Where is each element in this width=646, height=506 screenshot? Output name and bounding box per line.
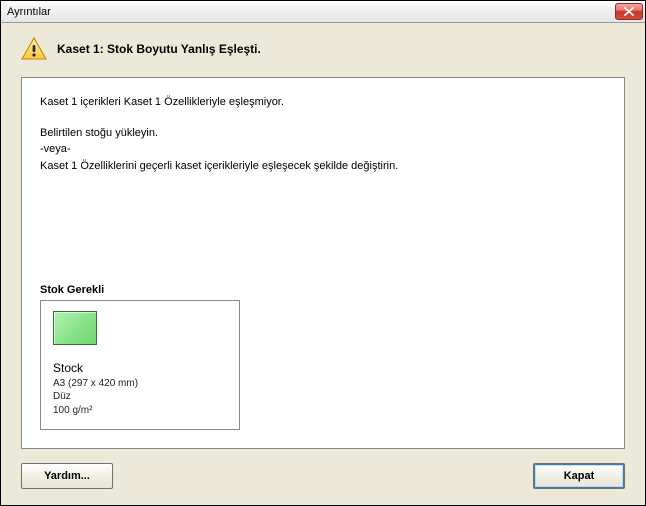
dialog-header: Kaset 1: Stok Boyutu Yanlış Eşleşti.: [1, 23, 645, 71]
close-button[interactable]: Kapat: [533, 463, 625, 489]
message-line: Kaset 1 içerikleri Kaset 1 Özellikleriyl…: [40, 94, 606, 111]
stock-size: A3 (297 x 420 mm): [53, 377, 227, 391]
titlebar: Ayrıntılar: [1, 1, 645, 23]
message-line: Belirtilen stoğu yükleyin.: [40, 125, 606, 142]
content-panel: Kaset 1 içerikleri Kaset 1 Özellikleriyl…: [21, 77, 625, 449]
window-close-button[interactable]: [615, 3, 643, 20]
warning-icon: [21, 37, 47, 61]
button-row: Yardım... Kapat: [1, 449, 645, 505]
stock-weight: 100 g/m²: [53, 404, 227, 418]
dialog-title: Kaset 1: Stok Boyutu Yanlış Eşleşti.: [57, 42, 261, 56]
stock-section-label: Stok Gerekli: [40, 244, 606, 296]
stock-name: Stock: [53, 361, 227, 375]
dialog-window: Ayrıntılar Kaset 1: Stok Boyutu Yanlış E…: [0, 0, 646, 506]
message-line: Kaset 1 Özelliklerini geçerli kaset içer…: [40, 158, 606, 175]
message-or: -veya-: [40, 141, 606, 158]
stock-swatch: [53, 311, 97, 345]
stock-type: Düz: [53, 390, 227, 404]
window-title: Ayrıntılar: [7, 6, 615, 18]
close-icon: [624, 7, 634, 16]
stock-required-box: Stock A3 (297 x 420 mm) Düz 100 g/m²: [40, 300, 240, 431]
help-button[interactable]: Yardım...: [21, 463, 113, 489]
message-block: Kaset 1 içerikleri Kaset 1 Özellikleriyl…: [40, 94, 606, 174]
